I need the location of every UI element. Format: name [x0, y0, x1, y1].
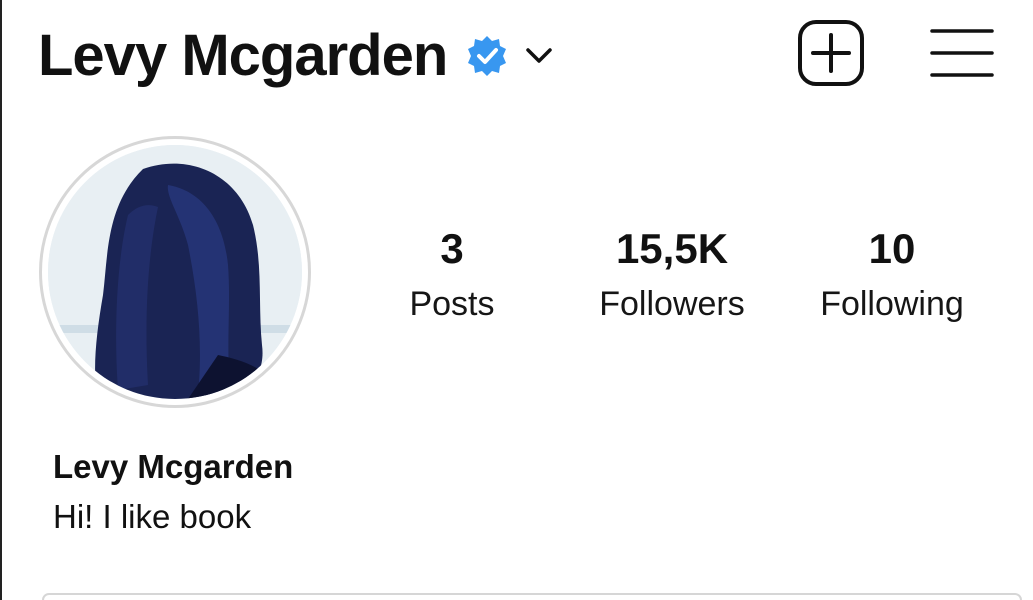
posts-count: 3: [440, 225, 464, 272]
followers-label: Followers: [599, 285, 745, 323]
followers-count: 15,5K: [615, 225, 729, 272]
display-name: Levy Mcgarden: [53, 448, 294, 485]
bio-text: Hi! I like book: [53, 498, 252, 535]
posts-label: Posts: [409, 285, 495, 323]
username-title[interactable]: Levy Mcgarden: [38, 22, 448, 89]
menu-button[interactable]: [930, 26, 994, 80]
avatar[interactable]: [39, 136, 311, 408]
add-post-icon: [798, 20, 864, 86]
add-post-button[interactable]: [797, 19, 865, 87]
hamburger-menu-icon: [930, 29, 994, 77]
profile-header: Levy Mcgarden: [38, 18, 557, 93]
profile-screen: Levy Mcgarden 3 Posts 15,5K Followers 10…: [0, 0, 1033, 600]
followers-stat[interactable]: 15,5K Followers: [572, 222, 772, 326]
edit-profile-button[interactable]: [42, 593, 1022, 600]
following-count: 10: [868, 225, 916, 272]
profile-photo: [48, 145, 302, 399]
following-stat[interactable]: 10 Following: [792, 222, 992, 326]
following-label: Following: [820, 285, 964, 323]
chevron-down-icon[interactable]: [521, 38, 557, 74]
verified-badge-icon: [465, 34, 509, 78]
posts-stat[interactable]: 3 Posts: [352, 222, 552, 326]
